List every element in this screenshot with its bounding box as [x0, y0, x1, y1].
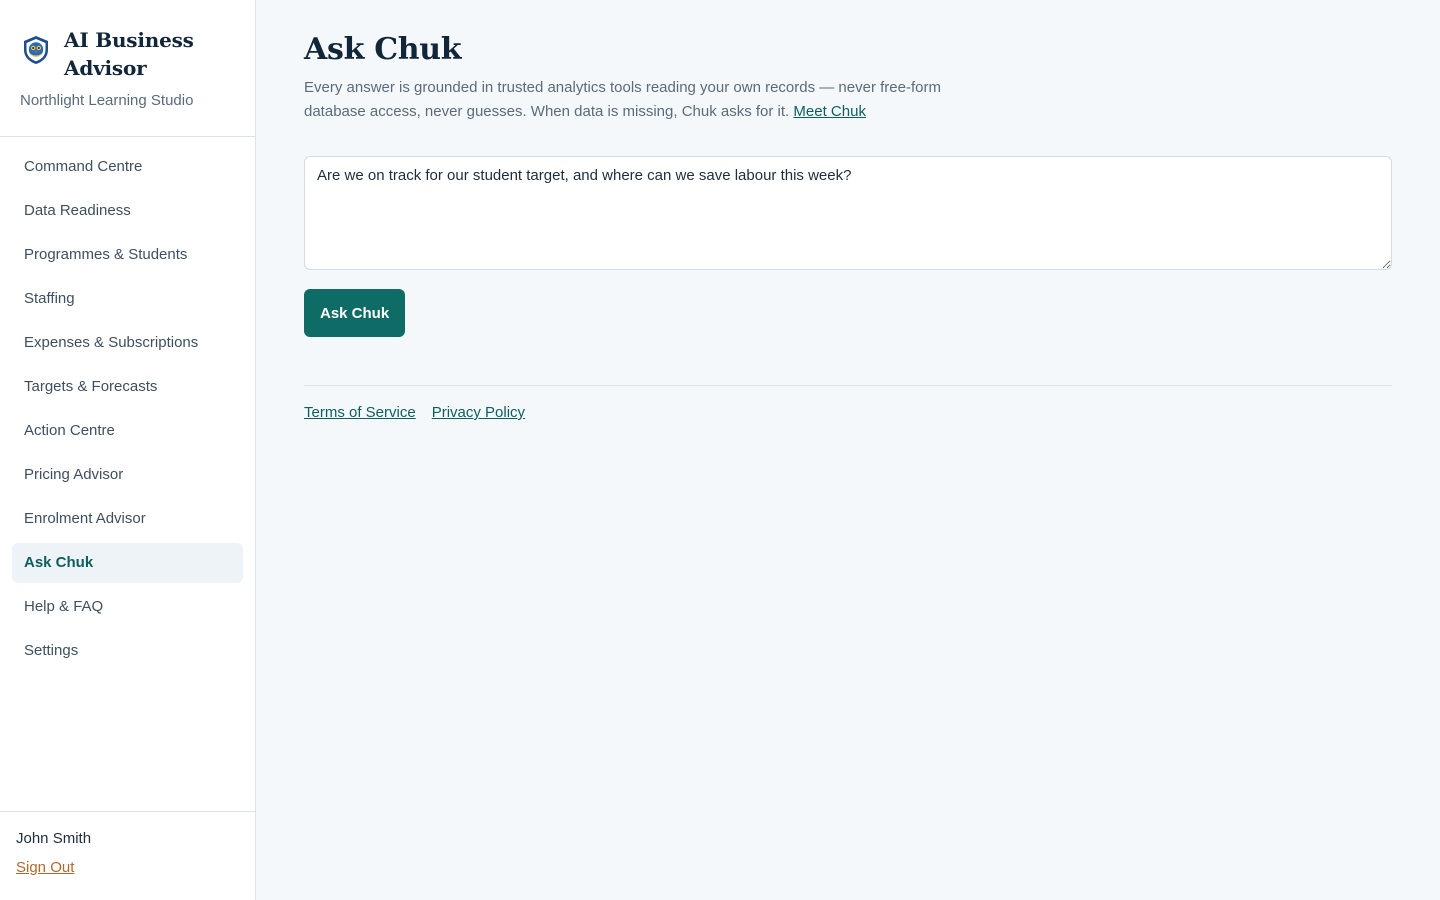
sidebar-nav: Command Centre Data Readiness Programmes… [0, 137, 255, 811]
app-title: AI Business Advisor [64, 28, 194, 80]
sidebar-item-staffing[interactable]: Staffing [12, 279, 243, 319]
question-input[interactable]: Are we on track for our student target, … [304, 156, 1392, 270]
sidebar-item-action-centre[interactable]: Action Centre [12, 411, 243, 451]
sidebar: AI Business Advisor Northlight Learning … [0, 0, 256, 900]
sidebar-item-expenses-subscriptions[interactable]: Expenses & Subscriptions [12, 323, 243, 363]
sidebar-item-programmes-students[interactable]: Programmes & Students [12, 235, 243, 275]
meet-chuk-link[interactable]: Meet Chuk [793, 103, 866, 120]
brand-row: AI Business Advisor [20, 26, 235, 82]
page-title: Ask Chuk [304, 32, 462, 67]
user-name: John Smith [16, 830, 92, 847]
brand-block: AI Business Advisor Northlight Learning … [0, 0, 255, 137]
sidebar-footer: John Smith Sign Out [0, 811, 255, 900]
main-content: Ask Chuk Every answer is grounded in tru… [256, 0, 1440, 900]
sidebar-item-pricing-advisor[interactable]: Pricing Advisor [12, 455, 243, 495]
shield-owl-icon [24, 36, 48, 64]
app-root: AI Business Advisor Northlight Learning … [0, 0, 1440, 900]
organisation-name: Northlight Learning Studio [20, 92, 194, 109]
terms-of-service-link[interactable]: Terms of Service [304, 404, 416, 421]
sidebar-item-ask-chuk[interactable]: Ask Chuk [12, 543, 243, 583]
page-intro: Every answer is grounded in trusted anal… [304, 76, 954, 124]
footer-divider [304, 385, 1392, 386]
sidebar-item-help-faq[interactable]: Help & FAQ [12, 587, 243, 627]
privacy-policy-link[interactable]: Privacy Policy [432, 404, 525, 421]
legal-links: Terms of Service Privacy Policy [304, 404, 1392, 421]
sidebar-item-command-centre[interactable]: Command Centre [12, 147, 243, 187]
sidebar-item-data-readiness[interactable]: Data Readiness [12, 191, 243, 231]
ask-chuk-button[interactable]: Ask Chuk [304, 289, 406, 337]
sidebar-item-targets-forecasts[interactable]: Targets & Forecasts [12, 367, 243, 407]
sidebar-item-enrolment-advisor[interactable]: Enrolment Advisor [12, 499, 243, 539]
sign-out-link[interactable]: Sign Out [16, 859, 74, 876]
sidebar-item-settings[interactable]: Settings [12, 631, 243, 671]
